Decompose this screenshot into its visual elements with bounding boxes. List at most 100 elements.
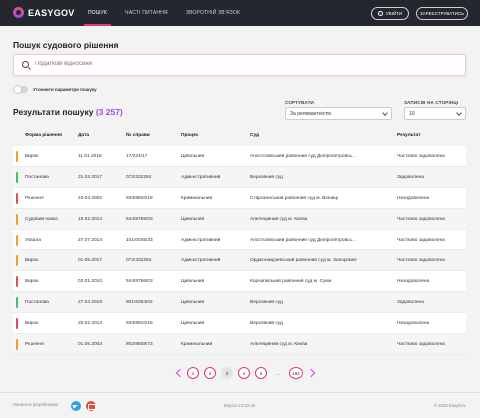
cell-form: Рішення [25, 195, 44, 201]
cell-court: Корчагівський районний суд м. Суми [250, 279, 332, 285]
cell-process: Цивільний [181, 279, 205, 285]
search-input[interactable] [35, 61, 455, 67]
table-row[interactable]: Ухвала 27.07.2014 101/0045/33 Адміністратив… [13, 229, 466, 251]
column-header-result[interactable]: Результат [397, 133, 466, 138]
status-bar [16, 234, 18, 246]
table-row[interactable]: Постанова 27.04.2018 901/6364/02 Цивільний В… [13, 292, 466, 314]
cell-case: 943/8910/18 [126, 321, 153, 327]
cell-form: Вирок [25, 154, 39, 159]
cell-result: Задоволена [397, 174, 424, 180]
prev-page-icon[interactable] [174, 367, 182, 379]
column-header-case[interactable]: № справи [126, 133, 178, 138]
refine-toggle-label: Уточнити параметри пошуку [33, 87, 97, 92]
logo[interactable]: EASYGOV [13, 7, 75, 18]
status-bar [16, 213, 18, 225]
nav-item-search[interactable]: ПОШУК [84, 0, 112, 26]
nav-item-faq[interactable]: ЧАСТІ ПИТАННЯ [121, 0, 172, 26]
cell-date: 31.03.2017 [78, 174, 103, 180]
cell-form: Вирок [25, 258, 39, 264]
cell-date: 01.05.2003 [78, 342, 103, 348]
cell-date: 23.04.2002 [78, 195, 103, 201]
logo-text: EASYGOV [28, 7, 75, 18]
cell-form: Постанова [25, 300, 49, 306]
cell-process: Цивільний [181, 321, 205, 327]
table-row[interactable]: Рішення 23.04.2002 943/8910/18 Кримінальний… [13, 187, 466, 209]
chevron-down-icon [456, 110, 462, 116]
cell-date: 19.02.2014 [78, 216, 103, 222]
toggle-knob [13, 85, 22, 94]
table-row[interactable]: Вирок 20.02.2013 943/8910/18 Цивільний Верхо… [13, 313, 466, 335]
page-button-last[interactable]: 192 [289, 367, 303, 379]
results-title-text: Результати пошуку [13, 107, 94, 117]
table-row[interactable]: Рішення 01.05.2003 802/8808/73 Кримінальний… [13, 334, 466, 355]
register-button[interactable]: ЗАРЕЄСТРУВАТИСЬ [416, 7, 468, 20]
refine-toggle[interactable] [13, 85, 28, 94]
sort-select-value: За релевантністю [290, 111, 332, 117]
top-navigation-bar: EASYGOV ПОШУК ЧАСТІ ПИТАННЯ ЗВОРОТНІЙ ЗВ… [0, 0, 480, 26]
cell-case: 901/6364/02 [126, 300, 153, 306]
cell-form: Судовий наказ [25, 216, 58, 222]
pagination: 1 2 3 4 5 ... 192 [174, 367, 321, 379]
login-label: УВІЙТИ [385, 11, 403, 16]
cell-case: 802/8808/73 [126, 342, 153, 348]
page-button[interactable]: 2 [204, 367, 216, 379]
nav-item-feedback[interactable]: ЗВОРОТНІЙ ЗВ'ЯЗОК [182, 0, 244, 26]
status-bar [16, 171, 18, 183]
cell-date: 20.02.2013 [78, 321, 103, 327]
cell-court: Апостолівський районний суд Дніпропетров… [250, 154, 357, 159]
cell-case: 544/8766/03 [126, 279, 153, 285]
page-button[interactable]: 1 [187, 367, 199, 379]
cell-result: Частково задоволена [397, 237, 445, 243]
cell-court: Верховний суд [250, 300, 283, 306]
cell-process: Адміністративний [181, 174, 221, 180]
page-button[interactable]: 4 [238, 367, 250, 379]
status-bar [16, 339, 18, 351]
login-button[interactable]: УВІЙТИ [371, 7, 409, 20]
page-button[interactable]: 5 [255, 367, 267, 379]
footer-copyright: © 2019 EasyGov [434, 403, 466, 408]
column-header-process[interactable]: Процес [181, 133, 247, 138]
search-icon [22, 61, 29, 68]
next-page-icon[interactable] [308, 367, 316, 379]
cell-process: Адміністративний [181, 237, 221, 243]
column-header-form[interactable]: Форма рішення [25, 133, 77, 138]
cell-result: Частково задоволена [397, 342, 445, 348]
cell-date: 27.04.2018 [78, 300, 103, 306]
table-row[interactable]: Судовий наказ 19.02.2014 544/8766/03 Цивіль… [13, 208, 466, 230]
chevron-down-icon [382, 110, 388, 116]
search-box[interactable] [13, 54, 466, 76]
cell-court: Верховний суд [250, 174, 283, 180]
cell-date: 03.01.2010 [78, 279, 103, 285]
cell-result: Незадоволена [397, 195, 430, 201]
results-count: (3 257) [95, 107, 123, 117]
cell-case: 072/332284 [126, 174, 152, 180]
cell-form: Рішення [25, 342, 44, 348]
page-title: Пошук судового рішення [13, 40, 119, 50]
cell-process: Адміністративний [181, 258, 221, 264]
mail-icon[interactable] [86, 401, 96, 411]
footer: Написати розробникам Версія 1.0.32.40 © … [0, 392, 480, 418]
table-row[interactable]: Вирок 11.01.2018 17/224/17 Цивільний Апостол… [13, 146, 466, 167]
cell-date: 01.05.2017 [78, 258, 103, 264]
sort-label: СОРТУВАТИ [285, 100, 314, 105]
cell-process: Кримінальний [181, 342, 213, 348]
column-header-date[interactable]: Дата [78, 133, 123, 138]
column-header-court[interactable]: Суд [250, 133, 387, 138]
cell-case: 072/332284 [126, 258, 152, 264]
cell-result: Частково задоволена [397, 216, 445, 222]
cell-case: 544/8766/03 [126, 216, 153, 222]
main-nav: ПОШУК ЧАСТІ ПИТАННЯ ЗВОРОТНІЙ ЗВ'ЯЗОК [84, 0, 244, 26]
status-bar [16, 297, 18, 309]
table-row[interactable]: Постанова 31.03.2017 072/332284 Адміністрат… [13, 166, 466, 188]
sort-select[interactable]: За релевантністю [285, 107, 392, 120]
results-table-body: Вирок 11.01.2018 17/224/17 Цивільний Апостол… [13, 146, 466, 355]
cell-form: Ухвала [25, 237, 41, 243]
table-row[interactable]: Вирок 03.01.2010 544/8766/03 Цивільний Корча… [13, 271, 466, 293]
table-row[interactable]: Вирок 01.05.2017 072/332284 Адміністративни… [13, 250, 466, 272]
page-button-current[interactable]: 3 [221, 367, 233, 379]
telegram-icon[interactable] [71, 401, 81, 411]
cell-form: Постанова [25, 174, 49, 180]
cell-result: Незадоволена [397, 321, 430, 327]
cell-court: Апеляційний суд м. Києва [250, 342, 308, 348]
per-page-select[interactable]: 10 [404, 107, 466, 120]
